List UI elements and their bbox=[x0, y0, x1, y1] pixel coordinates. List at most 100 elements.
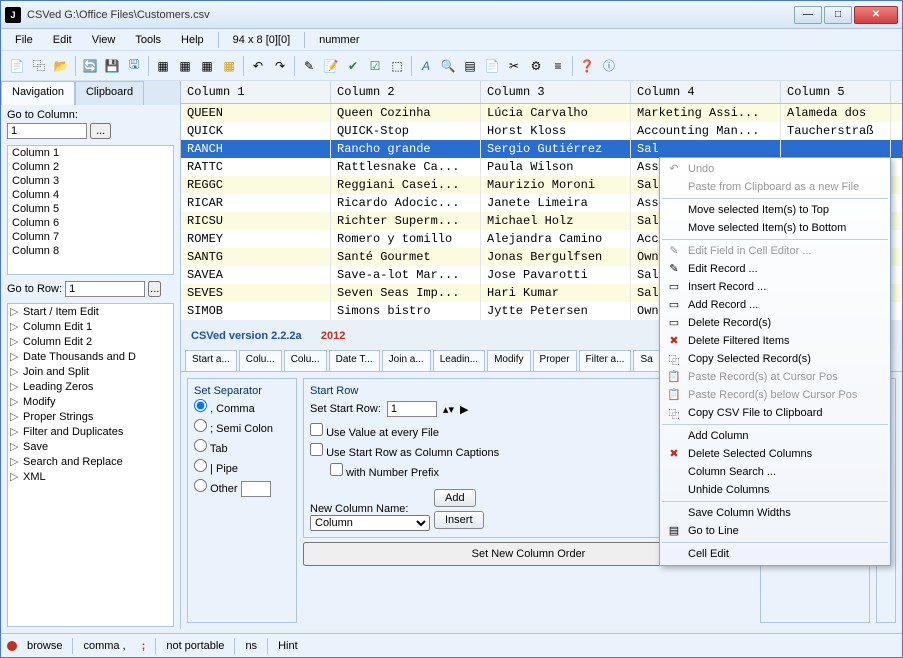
context-menu-item[interactable]: Move selected Item(s) to Bottom bbox=[662, 219, 888, 237]
sep-pipe[interactable]: | Pipe bbox=[194, 457, 290, 477]
bottom-tab[interactable]: Leadin... bbox=[433, 350, 485, 371]
bars-icon[interactable]: ≡ bbox=[548, 56, 568, 76]
goto-column-input[interactable] bbox=[7, 123, 87, 139]
table-cell[interactable]: Lúcia Carvalho bbox=[481, 104, 631, 122]
table-cell[interactable]: Taucherstraß bbox=[781, 122, 891, 140]
tools-icon[interactable]: ✂ bbox=[504, 56, 524, 76]
table-cell[interactable]: SIMOB bbox=[181, 302, 331, 320]
font-icon[interactable]: A bbox=[416, 56, 436, 76]
grid3-icon[interactable]: ▦ bbox=[197, 56, 217, 76]
table-cell[interactable]: Sergio Gutiérrez bbox=[481, 140, 631, 158]
bottom-tab[interactable]: Date T... bbox=[329, 350, 380, 371]
context-menu-item[interactable]: Unhide Columns bbox=[662, 481, 888, 499]
column-header[interactable]: Column 4 bbox=[631, 81, 781, 103]
table-cell[interactable]: Accounting Man... bbox=[631, 122, 781, 140]
table-cell[interactable]: RANCH bbox=[181, 140, 331, 158]
table-row[interactable]: QUEENQueen CozinhaLúcia CarvalhoMarketin… bbox=[181, 104, 902, 122]
menu-tools[interactable]: Tools bbox=[127, 32, 169, 48]
table-cell[interactable]: Marketing Assi... bbox=[631, 104, 781, 122]
column-list-item[interactable]: Column 1 bbox=[8, 146, 173, 160]
context-menu-item[interactable]: ▭Add Record ... bbox=[662, 296, 888, 314]
goto-column-button[interactable]: ... bbox=[90, 123, 111, 139]
table-cell[interactable]: Seven Seas Imp... bbox=[331, 284, 481, 302]
table-cell[interactable]: QUICK bbox=[181, 122, 331, 140]
table-cell[interactable]: QUEEN bbox=[181, 104, 331, 122]
search-icon[interactable]: 🔍 bbox=[438, 56, 458, 76]
table-cell[interactable]: Save-a-lot Mar... bbox=[331, 266, 481, 284]
menu-help[interactable]: Help bbox=[173, 32, 212, 48]
close-button[interactable]: ✕ bbox=[854, 6, 898, 24]
column-list-item[interactable]: Column 7 bbox=[8, 230, 173, 244]
edit-icon[interactable]: ✎ bbox=[299, 56, 319, 76]
checkbox-icon[interactable]: ☑ bbox=[365, 56, 385, 76]
table-cell[interactable]: Reggiani Casei... bbox=[331, 176, 481, 194]
table-cell[interactable]: Hari Kumar bbox=[481, 284, 631, 302]
table-cell[interactable]: ROMEY bbox=[181, 230, 331, 248]
context-menu-item[interactable]: ▭Insert Record ... bbox=[662, 278, 888, 296]
table-cell[interactable]: RICAR bbox=[181, 194, 331, 212]
tree-item[interactable]: ▷ Search and Replace bbox=[8, 454, 173, 469]
bottom-tab[interactable]: Proper bbox=[533, 350, 577, 371]
column-list-item[interactable]: Column 4 bbox=[8, 188, 173, 202]
table-cell[interactable]: Alameda dos bbox=[781, 104, 891, 122]
column-list-item[interactable]: Column 8 bbox=[8, 244, 173, 258]
grid1-icon[interactable]: ▦ bbox=[153, 56, 173, 76]
column-list-item[interactable]: Column 3 bbox=[8, 174, 173, 188]
bottom-tab[interactable]: Colu... bbox=[284, 350, 327, 371]
context-menu-item[interactable]: Cell Edit bbox=[662, 545, 888, 563]
context-menu-item[interactable]: ✖Delete Selected Columns bbox=[662, 445, 888, 463]
goto-row-button[interactable]: ... bbox=[148, 281, 161, 297]
table-row[interactable]: QUICKQUICK-StopHorst KlossAccounting Man… bbox=[181, 122, 902, 140]
insert-column-button[interactable]: Insert bbox=[434, 511, 484, 529]
tree-item[interactable]: ▷ Proper Strings bbox=[8, 409, 173, 424]
page-icon[interactable]: 📄 bbox=[482, 56, 502, 76]
column-header[interactable]: Column 3 bbox=[481, 81, 631, 103]
refresh-icon[interactable]: 🔄 bbox=[80, 56, 100, 76]
sep-comma[interactable]: , Comma bbox=[194, 397, 290, 417]
context-menu-item[interactable]: ▤Go to Line bbox=[662, 522, 888, 540]
column-header[interactable]: Column 5 bbox=[781, 81, 891, 103]
bottom-tab[interactable]: Join a... bbox=[382, 350, 431, 371]
table-cell[interactable]: SANTG bbox=[181, 248, 331, 266]
table-cell[interactable]: Simons bistro bbox=[331, 302, 481, 320]
sep-other[interactable]: Other bbox=[194, 477, 290, 499]
table-cell[interactable] bbox=[781, 140, 891, 158]
context-menu-item[interactable]: Column Search ... bbox=[662, 463, 888, 481]
column-list-item[interactable]: Column 6 bbox=[8, 216, 173, 230]
table-cell[interactable]: REGGC bbox=[181, 176, 331, 194]
undo-icon[interactable]: ↶ bbox=[248, 56, 268, 76]
spinner-icon[interactable]: ▴▾ bbox=[443, 403, 454, 416]
context-menu-item[interactable]: ✖Delete Filtered Items bbox=[662, 332, 888, 350]
bottom-tab[interactable]: Modify bbox=[487, 350, 530, 371]
tree-item[interactable]: ▷ Filter and Duplicates bbox=[8, 424, 173, 439]
table-cell[interactable]: SEVES bbox=[181, 284, 331, 302]
maximize-button[interactable]: □ bbox=[824, 6, 852, 24]
context-menu-item[interactable]: ⿻Copy Selected Record(s) bbox=[662, 350, 888, 368]
bottom-tab[interactable]: Filter a... bbox=[579, 350, 632, 371]
table-cell[interactable]: Janete Limeira bbox=[481, 194, 631, 212]
sep-semicolon[interactable]: ; Semi Colon bbox=[194, 417, 290, 437]
menu-view[interactable]: View bbox=[84, 32, 124, 48]
table-row[interactable]: RANCHRancho grandeSergio GutiérrezSal bbox=[181, 140, 902, 158]
context-menu-item[interactable]: Save Column Widths bbox=[662, 504, 888, 522]
column-header[interactable]: Column 2 bbox=[331, 81, 481, 103]
table-cell[interactable]: Jytte Petersen bbox=[481, 302, 631, 320]
check-icon[interactable]: ✔ bbox=[343, 56, 363, 76]
tree-item[interactable]: ▷ Join and Split bbox=[8, 364, 173, 379]
column-list-item[interactable]: Column 2 bbox=[8, 160, 173, 174]
table-cell[interactable]: Romero y tomillo bbox=[331, 230, 481, 248]
table-cell[interactable]: Santé Gourmet bbox=[331, 248, 481, 266]
tree-item[interactable]: ▷ Column Edit 2 bbox=[8, 334, 173, 349]
menu-file[interactable]: File bbox=[7, 32, 41, 48]
table-cell[interactable]: Rattlesnake Ca... bbox=[331, 158, 481, 176]
list-icon[interactable]: ▤ bbox=[460, 56, 480, 76]
sep-other-input[interactable] bbox=[241, 481, 271, 497]
menu-edit[interactable]: Edit bbox=[45, 32, 80, 48]
new-column-select[interactable]: Column bbox=[310, 515, 430, 531]
sep-tab[interactable]: Tab bbox=[194, 437, 290, 457]
table-cell[interactable]: SAVEA bbox=[181, 266, 331, 284]
add-column-button[interactable]: Add bbox=[434, 489, 476, 507]
grid2-icon[interactable]: ▦ bbox=[175, 56, 195, 76]
goto-row-input[interactable] bbox=[65, 281, 145, 297]
table-cell[interactable]: Queen Cozinha bbox=[331, 104, 481, 122]
